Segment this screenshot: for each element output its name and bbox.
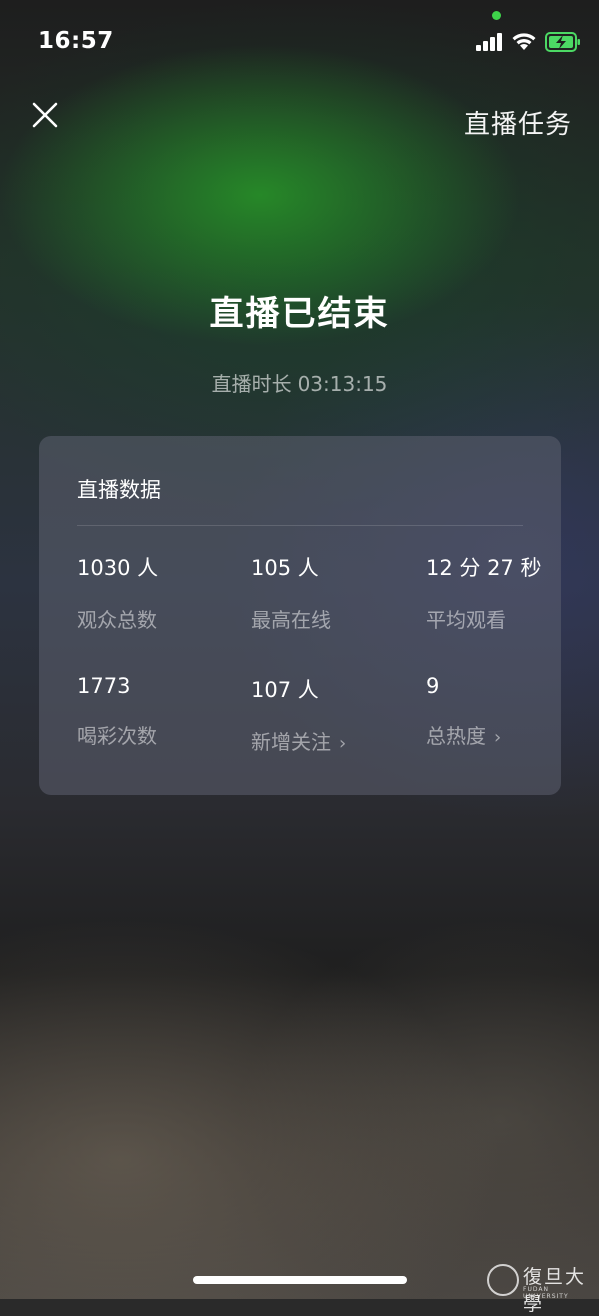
- chevron-right-icon: ›: [494, 727, 502, 748]
- camera-indicator-dot: [492, 11, 501, 20]
- stat-value: 9: [426, 674, 440, 698]
- live-ended-title: 直播已结束: [209, 294, 390, 334]
- status-time: 16:57: [38, 28, 114, 54]
- live-data-card: 直播数据 1030 人 观众总数 105 人 最高在线 12 分 27 秒 平均…: [39, 436, 561, 795]
- stat-cheer-count: 1773 喝彩次数: [77, 674, 237, 749]
- signal-icon: [476, 33, 502, 51]
- wifi-icon: [512, 33, 536, 50]
- close-icon[interactable]: [28, 98, 62, 132]
- stat-label: 喝彩次数: [77, 724, 157, 748]
- chevron-right-icon: ›: [339, 733, 347, 754]
- duration-label: 直播时长: [211, 372, 292, 396]
- fudan-university-watermark: 復旦大學 FUDAN UNIVERSITY: [487, 1262, 597, 1315]
- stat-label: 最高在线: [251, 608, 331, 632]
- watermark-subtitle: FUDAN UNIVERSITY: [523, 1286, 569, 1300]
- duration-value: 03:13:15: [297, 372, 388, 396]
- stat-value: 105 人: [251, 556, 319, 580]
- stat-label: 观众总数: [77, 608, 157, 632]
- stat-value: 12 分 27 秒: [426, 556, 542, 580]
- stat-total-viewers: 1030 人 观众总数: [77, 552, 237, 633]
- stat-peak-online: 105 人 最高在线: [251, 552, 411, 633]
- stat-value: 107 人: [251, 678, 319, 702]
- stat-label: 平均观看: [426, 608, 506, 632]
- stat-average-watch: 12 分 27 秒 平均观看: [426, 552, 586, 633]
- status-bar: 16:57: [0, 0, 599, 86]
- stat-label-text: 新增关注: [251, 730, 331, 754]
- stat-value: 1030 人: [77, 556, 159, 580]
- stat-new-followers[interactable]: 107 人 新增关注 ›: [251, 674, 411, 755]
- card-divider: [77, 525, 523, 526]
- live-task-button[interactable]: 直播任务: [464, 104, 572, 141]
- university-seal-icon: [487, 1264, 519, 1296]
- stat-value: 1773: [77, 674, 131, 698]
- stat-total-heat[interactable]: 9 总热度 ›: [426, 674, 586, 749]
- new-followers-link[interactable]: 新增关注 ›: [251, 726, 411, 755]
- stat-label-text: 总热度: [426, 724, 486, 748]
- card-title: 直播数据: [77, 478, 161, 502]
- live-duration: 直播时长 03:13:15: [0, 368, 599, 397]
- battery-charging-icon: [545, 32, 580, 52]
- home-indicator[interactable]: [193, 1276, 407, 1284]
- total-heat-link[interactable]: 总热度 ›: [426, 720, 586, 749]
